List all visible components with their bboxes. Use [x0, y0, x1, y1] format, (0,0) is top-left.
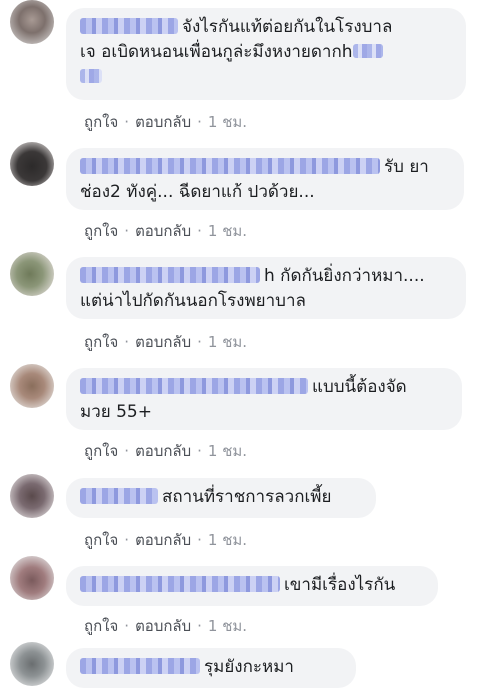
avatar[interactable]: [10, 0, 54, 44]
comment-bubble: จังไรกันแท้ต่อยกันในโรงบาล เจ อเบิดหนอนเ…: [66, 8, 466, 100]
comment-text: ช่อง2 ทังคู่... ฉีดยาแก้ ปวด้วย...: [80, 182, 315, 202]
commenter-name-blurred[interactable]: [80, 158, 380, 174]
comment-text: เขามีเรื่องไรกัน: [284, 575, 396, 595]
comment-actions: ถูกใจ · ตอบกลับ · 1 ชม.: [84, 439, 247, 463]
comment-actions: ถูกใจ · ตอบกลับ · 1 ชม.: [84, 528, 247, 552]
comment-bubble: h กัดกันยิ่งกว่าหมา.... แต่น่าไปกัดกันนอ…: [66, 257, 466, 319]
comment-actions: ถูกใจ · ตอบกลับ · 1 ชม.: [84, 614, 247, 638]
comment-actions: ถูกใจ · ตอบกลับ · 1 ชม.: [84, 110, 247, 134]
separator: ·: [124, 113, 130, 131]
comment-bubble: แบบนี้ต้องจัด มวย 55+: [66, 368, 462, 430]
comment-text: สถานที่ราชการลวกเพี้ย: [162, 487, 332, 507]
like-button[interactable]: ถูกใจ: [84, 333, 118, 351]
avatar[interactable]: [10, 642, 54, 686]
timestamp[interactable]: 1 ชม.: [208, 531, 247, 549]
comment-bubble: รุมยังกะหมา: [66, 648, 356, 688]
timestamp[interactable]: 1 ชม.: [208, 333, 247, 351]
commenter-name-blurred[interactable]: [80, 378, 308, 394]
timestamp[interactable]: 1 ชม.: [208, 442, 247, 460]
reply-button[interactable]: ตอบกลับ: [135, 617, 191, 635]
like-button[interactable]: ถูกใจ: [84, 442, 118, 460]
comment-text: เจ อเบิดหนอนเพื่อนกูล่ะมึงหงายดากh: [80, 42, 353, 62]
reply-button[interactable]: ตอบกลับ: [135, 113, 191, 131]
reply-button[interactable]: ตอบกลับ: [135, 222, 191, 240]
avatar[interactable]: [10, 142, 54, 186]
comment-text: จังไรกันแท้ต่อยกันในโรงบาล: [182, 17, 393, 37]
comment-bubble: เขามีเรื่องไรกัน: [66, 566, 438, 606]
blurred-tag: [352, 44, 383, 58]
separator: ·: [197, 531, 202, 549]
avatar[interactable]: [10, 556, 54, 600]
avatar[interactable]: [10, 474, 54, 518]
separator: ·: [197, 442, 202, 460]
comment-text: รุมยังกะหมา: [204, 657, 294, 677]
separator: ·: [124, 222, 130, 240]
comment-text: h กัดกันยิ่งกว่าหมา....: [264, 266, 425, 286]
timestamp[interactable]: 1 ชม.: [208, 222, 247, 240]
comment-actions: ถูกใจ · ตอบกลับ · 1 ชม.: [84, 219, 247, 243]
commenter-name-blurred[interactable]: [80, 658, 200, 674]
commenter-name-blurred[interactable]: [80, 488, 158, 504]
reply-button[interactable]: ตอบกลับ: [135, 531, 191, 549]
comment-bubble: สถานที่ราชการลวกเพี้ย: [66, 478, 376, 518]
like-button[interactable]: ถูกใจ: [84, 617, 118, 635]
like-button[interactable]: ถูกใจ: [84, 222, 118, 240]
avatar[interactable]: [10, 252, 54, 296]
separator: ·: [197, 222, 202, 240]
separator: ·: [124, 442, 130, 460]
timestamp[interactable]: 1 ชม.: [208, 617, 247, 635]
separator: ·: [124, 531, 130, 549]
reply-button[interactable]: ตอบกลับ: [135, 333, 191, 351]
separator: ·: [124, 333, 130, 351]
commenter-name-blurred[interactable]: [80, 267, 260, 283]
commenter-name-blurred[interactable]: [80, 576, 280, 592]
avatar[interactable]: [10, 364, 54, 408]
blurred-tag: [80, 69, 102, 83]
separator: ·: [124, 617, 130, 635]
comment-text: รับ ยา: [384, 157, 429, 177]
comment-text: แต่น่าไปกัดกันนอกโรงพยาบาล: [80, 291, 306, 311]
reply-button[interactable]: ตอบกลับ: [135, 442, 191, 460]
separator: ·: [197, 113, 202, 131]
comment-text: มวย 55+: [80, 402, 152, 422]
comment-bubble: รับ ยา ช่อง2 ทังคู่... ฉีดยาแก้ ปวด้วย..…: [66, 148, 464, 210]
timestamp[interactable]: 1 ชม.: [208, 113, 247, 131]
comment-text: แบบนี้ต้องจัด: [312, 377, 407, 397]
like-button[interactable]: ถูกใจ: [84, 113, 118, 131]
commenter-name-blurred[interactable]: [80, 18, 178, 34]
separator: ·: [197, 617, 202, 635]
separator: ·: [197, 333, 202, 351]
like-button[interactable]: ถูกใจ: [84, 531, 118, 549]
comment-actions: ถูกใจ · ตอบกลับ · 1 ชม.: [84, 330, 247, 354]
